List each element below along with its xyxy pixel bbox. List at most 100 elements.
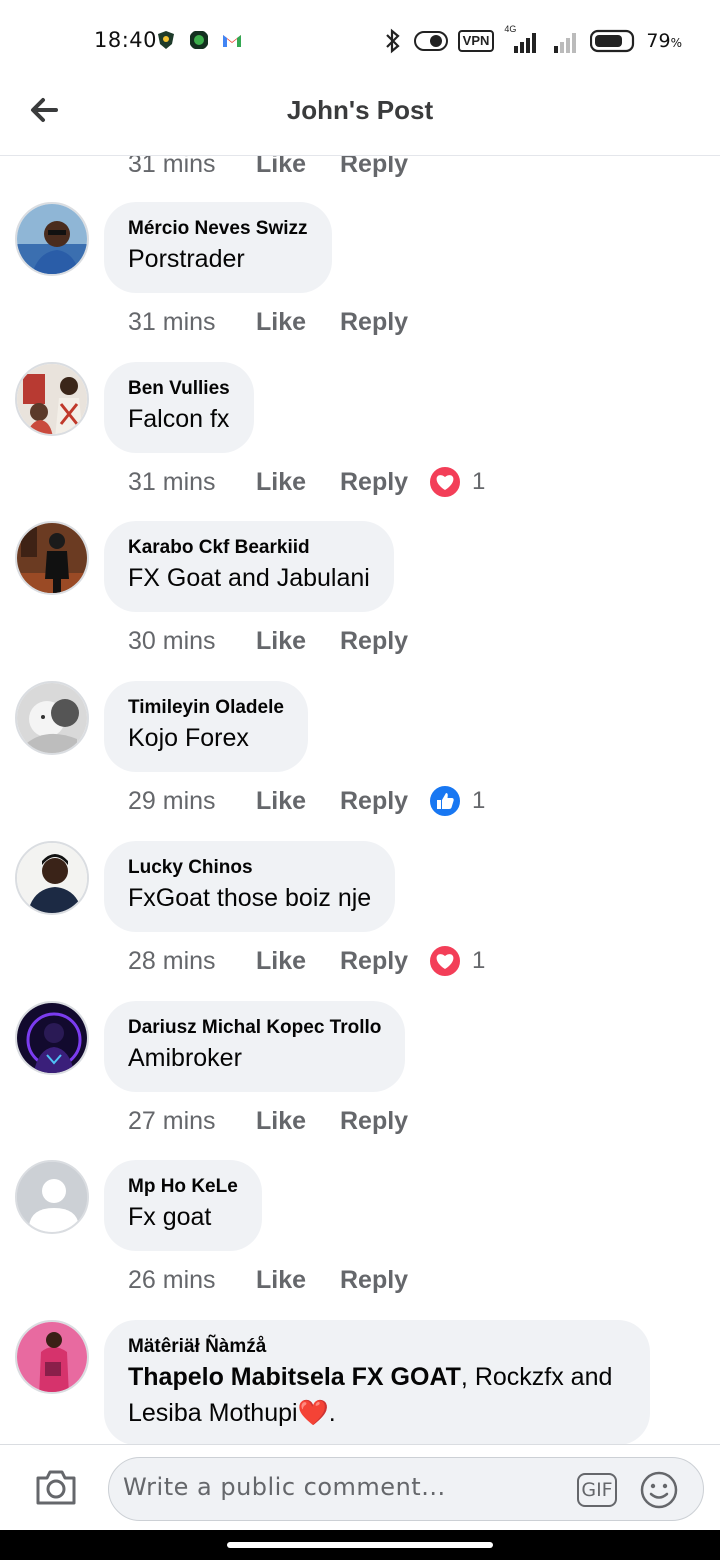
avatar[interactable] [15,841,89,915]
like-link[interactable]: Like [256,947,340,976]
reply-link[interactable]: Reply [340,1107,428,1136]
avatar[interactable] [15,1001,89,1075]
comment-bubble[interactable]: Mp Ho KeLe Fx goat [104,1160,262,1251]
system-nav-bar [0,1530,720,1560]
commenter-name[interactable]: Ben Vullies [128,377,230,401]
comment-input[interactable]: Write a public comment... GIF [108,1457,704,1521]
comment-text: Porstrader [128,245,245,273]
reply-link[interactable]: Reply [340,308,428,337]
battery-icon [590,29,635,53]
reply-link[interactable]: Reply [340,468,428,497]
avatar[interactable] [15,681,89,755]
comment-text-part: . [328,1399,336,1427]
comment-time: 31 mins [128,156,216,178]
avatar[interactable] [15,1160,89,1234]
like-link[interactable]: Like [256,156,340,179]
comment-text-part: , Rockzfx and [460,1363,613,1391]
comment-bubble[interactable]: Karabo Ckf Bearkiid FX Goat and Jabulani [104,521,394,612]
status-time: 18:40 [94,28,158,52]
reply-link[interactable]: Reply [340,156,428,179]
comment-time: 31 mins [128,467,216,496]
commenter-name[interactable]: Mp Ho KeLe [128,1175,238,1199]
like-link[interactable]: Like [256,1266,340,1295]
comment-meta: 26 mins Like Reply [128,1262,428,1298]
comment-meta: 30 mins Like Reply [128,623,428,659]
avatar[interactable] [15,1320,89,1394]
like-link[interactable]: Like [256,1107,340,1136]
commenter-name[interactable]: Karabo Ckf Bearkiid [128,536,370,560]
comment-bubble[interactable]: Ben Vullies Falcon fx [104,362,254,453]
default-avatar-icon [17,1162,87,1232]
mention-link[interactable]: Thapelo Mabitsela FX GOAT [128,1363,461,1391]
comment-meta: 31 mins Like Reply [128,304,428,340]
commenter-name[interactable]: Timileyin Oladele [128,696,284,720]
love-reaction-icon [428,944,462,978]
comment-feed[interactable]: 31 mins Like Reply Mércio Neves Swizz Po… [0,156,720,1444]
comment-bubble[interactable]: Mércio Neves Swizz Porstrader [104,202,332,293]
comment-placeholder: Write a public comment... [123,1473,446,1501]
comment-meta: 31 mins Like Reply [128,156,428,182]
comment-time: 27 mins [128,1106,216,1135]
commenter-name[interactable]: Dariusz Michal Kopec Trollo [128,1016,381,1040]
commenter-name[interactable]: Lucky Chinos [128,856,371,880]
heart-emoji-icon: ❤️ [297,1399,329,1427]
like-reaction-icon [428,784,462,818]
reply-link[interactable]: Reply [340,627,428,656]
comment-text: Falcon fx [128,405,230,433]
comment-text: Thapelo Mabitsela FX GOAT, Rockzfx and L… [128,1359,626,1431]
comment-time: 28 mins [128,946,216,975]
battery-text: 79% [646,30,682,52]
emoji-icon[interactable] [639,1470,679,1510]
comment-time: 26 mins [128,1265,216,1294]
signal-weak-icon [554,33,577,53]
comment-text: Amibroker [128,1044,242,1072]
avatar[interactable] [15,521,89,595]
status-right-group: VPN 4G 79% [382,24,682,56]
app-shield-icon [158,31,174,49]
reaction-summary[interactable]: 1 [428,784,485,818]
like-link[interactable]: Like [256,308,340,337]
camera-icon[interactable] [34,1467,78,1507]
comment-meta: 29 mins Like Reply 1 [128,783,485,819]
comment-meta: 28 mins Like Reply 1 [128,943,485,979]
home-indicator[interactable] [227,1542,493,1548]
reply-link[interactable]: Reply [340,947,428,976]
like-link[interactable]: Like [256,787,340,816]
app-green-icon [190,31,208,49]
reaction-summary[interactable]: 1 [428,944,485,978]
avatar[interactable] [15,202,89,276]
commenter-name[interactable]: Mércio Neves Swizz [128,217,308,241]
network-label: 4G [504,24,517,34]
commenter-name[interactable]: Mätêriäł Ñàmźå [128,1335,626,1359]
gmail-icon [223,35,241,47]
reaction-summary[interactable]: 1 [428,465,485,499]
reaction-count: 1 [472,787,486,814]
comment-bubble[interactable]: Mätêriäł Ñàmźå Thapelo Mabitsela FX GOAT… [104,1320,650,1444]
comment-bubble[interactable]: Lucky Chinos FxGoat those boiz nje [104,841,396,932]
reply-link[interactable]: Reply [340,1266,428,1295]
app-header: John's Post [0,80,720,156]
signal-icon: 4G [504,24,542,54]
reaction-count: 1 [472,468,486,495]
vpn-label: VPN [462,33,490,48]
comment-time: 31 mins [128,307,216,336]
page-title: John's Post [286,95,434,125]
comment-text: Kojo Forex [128,724,249,752]
comment-text: FX Goat and Jabulani [128,564,370,592]
comment-composer: Write a public comment... GIF [0,1444,720,1530]
avatar[interactable] [15,362,89,436]
like-link[interactable]: Like [256,468,340,497]
status-bar: 18:40 VPN 4G 79% [0,0,720,80]
vpn-icon: VPN [457,30,495,52]
bluetooth-icon [385,28,400,54]
comment-bubble[interactable]: Timileyin Oladele Kojo Forex [104,681,308,772]
comment-meta: 31 mins Like Reply 1 [128,464,485,500]
comment-bubble[interactable]: Dariusz Michal Kopec Trollo Amibroker [104,1001,406,1092]
comment-text-part: Lesiba Mothupi [128,1399,298,1427]
gif-button[interactable]: GIF [577,1473,617,1507]
comment-text: Fx goat [128,1203,212,1231]
comment-meta: 27 mins Like Reply [128,1103,428,1139]
like-link[interactable]: Like [256,627,340,656]
reply-link[interactable]: Reply [340,787,428,816]
reaction-count: 1 [472,947,486,974]
